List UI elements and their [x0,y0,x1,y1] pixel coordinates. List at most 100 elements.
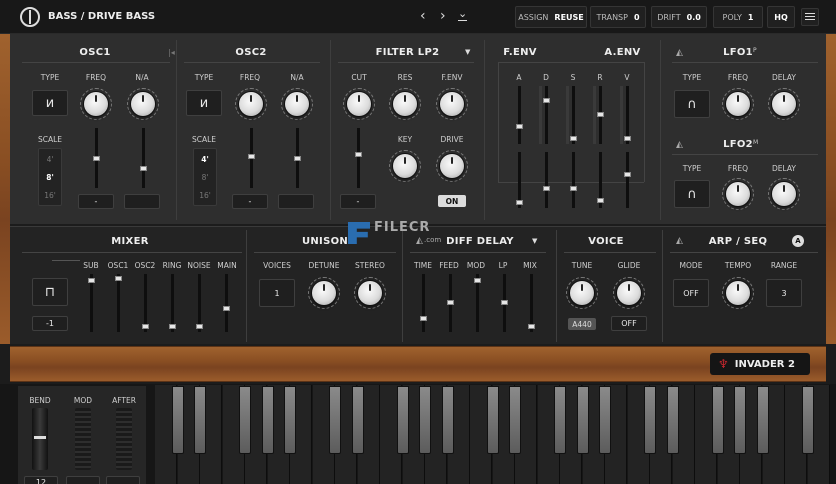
prev-preset-icon[interactable]: ‹ [420,8,426,24]
delay-lp-fader[interactable] [501,274,508,332]
aenv-r-fader[interactable] [597,152,604,208]
osc2-freq-knob[interactable] [239,92,263,116]
arp-assign-icon[interactable]: ◭ [676,236,683,246]
osc2-btn1[interactable]: - [232,194,268,209]
filter-fenv-knob[interactable] [440,92,464,116]
arp-mode-value[interactable]: OFF [673,279,709,307]
browse-preset-icon[interactable]: ⌄ [458,8,468,21]
black-key[interactable] [329,386,341,454]
lfo1-type-button[interactable]: ∩ [674,90,710,118]
osc1-na-fader[interactable] [140,128,147,188]
after-wheel[interactable] [116,408,132,470]
osc2-scale-box[interactable]: 4' 8' 16' [193,148,217,206]
lfo1-delay-knob[interactable] [772,92,796,116]
unison-stereo-knob[interactable] [358,281,382,305]
unison-detune-knob[interactable] [312,281,336,305]
after-range-box[interactable] [106,476,140,484]
transp-cell[interactable]: TRANSP 0 [590,6,646,28]
drift-cell[interactable]: DRIFT 0.0 [651,6,707,28]
black-key[interactable] [419,386,431,454]
next-preset-icon[interactable]: › [440,8,446,24]
black-key[interactable] [666,386,679,454]
black-key[interactable] [554,386,566,454]
black-key[interactable] [261,386,274,454]
black-key[interactable] [644,386,656,454]
osc1-btn2[interactable] [124,194,160,209]
hq-button[interactable]: HQ [767,6,795,28]
osc2-na-knob[interactable] [285,92,309,116]
fenv-s-fader[interactable] [570,86,577,144]
mod-range-box[interactable] [66,476,100,484]
osc1-btn1[interactable]: - [78,194,114,209]
aenv-v-fader[interactable] [624,152,631,208]
mixer-osc1-fader[interactable] [115,274,122,332]
black-key[interactable] [396,386,409,454]
drive-toggle[interactable]: ON [438,195,466,207]
filter-cut-knob[interactable] [347,92,371,116]
unison-voices-value[interactable]: 1 [259,279,295,307]
fenv-r-fader[interactable] [597,86,604,144]
aenv-a-fader[interactable] [516,152,523,208]
filter-res-knob[interactable] [393,92,417,116]
bend-wheel[interactable] [32,408,48,470]
preset-name[interactable]: BASS / DRIVE BASS [48,11,155,22]
mixer-osc2-fader[interactable] [142,274,149,332]
voice-tune-knob[interactable] [570,281,594,305]
filter-type-dropdown-icon[interactable]: ▼ [465,48,470,56]
black-key[interactable] [711,386,724,454]
lfo2-delay-knob[interactable] [772,182,796,206]
black-key[interactable] [734,386,746,454]
arp-tempo-knob[interactable] [726,281,750,305]
osc2-freq-fader[interactable] [248,128,255,188]
tune-reference-value[interactable]: A440 [568,318,596,330]
arp-badge[interactable]: A [792,235,804,247]
assign-cell[interactable]: ASSIGN REUSE [515,6,587,28]
black-key[interactable] [171,386,184,454]
black-key[interactable] [441,386,454,454]
lfo1-freq-knob[interactable] [726,92,750,116]
osc1-na-knob[interactable] [131,92,155,116]
aenv-s-fader[interactable] [570,152,577,208]
octave-value[interactable]: 12 [24,476,58,484]
filter-btn[interactable]: - [340,194,376,209]
delay-mod-fader[interactable] [474,274,481,332]
mixer-value[interactable]: -1 [32,316,68,331]
black-key[interactable] [756,386,769,454]
osc1-freq-fader[interactable] [93,128,100,188]
mixer-main-fader[interactable] [223,274,230,332]
menu-icon[interactable] [801,8,819,26]
filter-drive-knob[interactable] [440,154,464,178]
filter-key-knob[interactable] [393,154,417,178]
fenv-v-fader[interactable] [624,86,631,144]
osc2-btn2[interactable] [278,194,314,209]
black-key[interactable] [599,386,611,454]
osc1-freq-knob[interactable] [84,92,108,116]
fenv-a-fader[interactable] [516,86,523,144]
mixer-noise-fader[interactable] [196,274,203,332]
black-key[interactable] [576,386,589,454]
black-key[interactable] [486,386,499,454]
arp-range-value[interactable]: 3 [766,279,802,307]
black-key[interactable] [801,386,814,454]
lfo2-assign-icon[interactable]: ◭ [676,140,683,150]
osc1-type-button[interactable]: ᴎ [32,90,68,116]
filter-cut-fader[interactable] [355,128,362,188]
mixer-wave-button[interactable]: ⊓ [32,278,68,306]
black-key[interactable] [509,386,521,454]
osc2-type-button[interactable]: ᴎ [186,90,222,116]
delay-feed-fader[interactable] [447,274,454,332]
delay-mix-fader[interactable] [528,274,535,332]
delay-dropdown-icon[interactable]: ▼ [532,237,537,245]
voice-glide-knob[interactable] [617,281,641,305]
aenv-d-fader[interactable] [543,152,550,208]
fenv-d-fader[interactable] [543,86,550,144]
mixer-ring-fader[interactable] [169,274,176,332]
sync-icon[interactable]: |◂ [168,48,175,57]
black-key[interactable] [284,386,296,454]
black-key[interactable] [351,386,364,454]
lfo1-assign-icon[interactable]: ◭ [676,48,683,58]
delay-time-fader[interactable] [420,274,427,332]
osc2-na-fader[interactable] [294,128,301,188]
black-key[interactable] [194,386,206,454]
poly-cell[interactable]: POLY 1 [713,6,763,28]
